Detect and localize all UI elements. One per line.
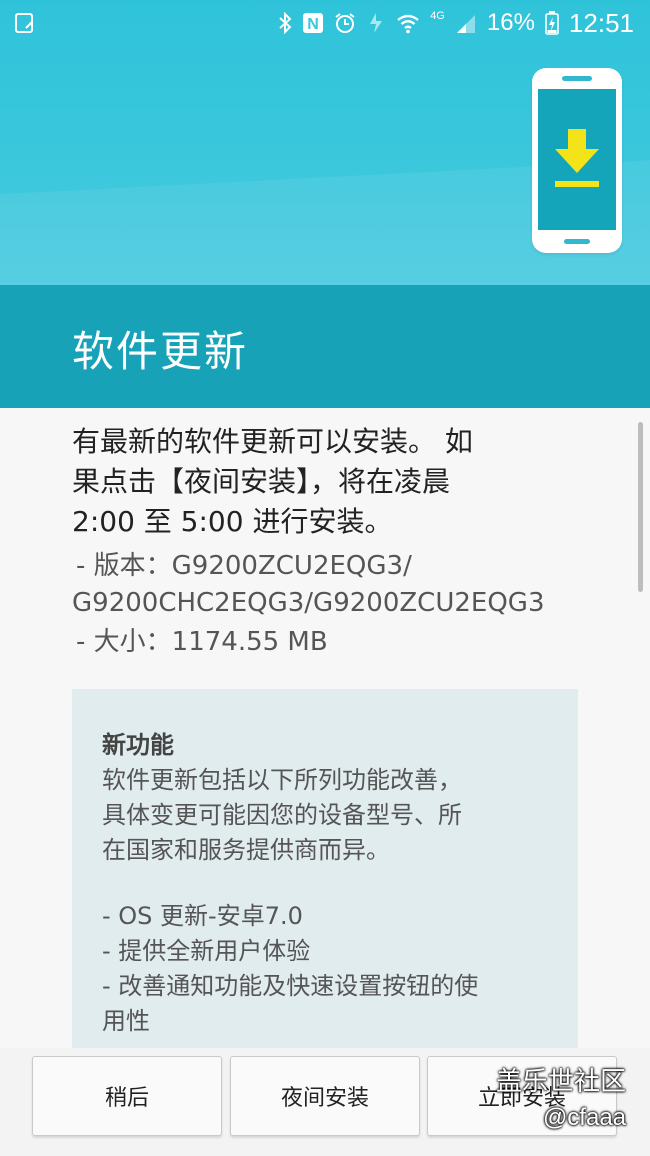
battery-percent: 16%	[486, 9, 535, 36]
desc-line: 在国家和服务提供商而异。	[102, 836, 390, 864]
version-value: G9200CHC2EQG3/G9200ZCU2EQG3	[72, 588, 545, 618]
list-item: - 提供全新用户体验	[102, 937, 311, 965]
wifi-icon	[396, 12, 420, 34]
scrollbar[interactable]	[638, 422, 643, 592]
list-item: - OS 更新-安卓7.0	[102, 902, 303, 930]
intro-line: 有最新的软件更新可以安装。 如	[72, 425, 473, 458]
desc-line: 具体变更可能因您的设备型号、所	[102, 801, 462, 829]
network-type-label: 4G	[430, 10, 445, 22]
version-label: - 版本：G9200ZCU2EQG3/	[76, 551, 412, 581]
nfc-icon: N	[302, 12, 324, 34]
intro-line: 2:00 至 5:00 进行安装。	[72, 505, 393, 538]
whats-new-description: 软件更新包括以下所列功能改善， 具体变更可能因您的设备型号、所 在国家和服务提供…	[102, 763, 562, 868]
signal-icon	[455, 12, 477, 34]
clock: 12:51	[568, 7, 634, 38]
status-bar: N 4G 16% 12:51	[0, 0, 650, 48]
page-title: 软件更新	[72, 327, 249, 376]
update-intro: 有最新的软件更新可以安装。 如 果点击【夜间安装】，将在凌晨 2:00 至 5:…	[72, 422, 572, 542]
watermark: 盖乐世社区 @cfaaa	[496, 1066, 626, 1134]
list-item: 用性	[102, 1007, 150, 1035]
battery-charging-icon	[545, 11, 559, 35]
intro-line: 果点击【夜间安装】，将在凌晨	[72, 465, 451, 498]
later-button[interactable]: 稍后	[32, 1056, 222, 1136]
screenshot-notification-icon	[14, 12, 36, 39]
phone-home-button	[564, 239, 590, 244]
phone-illustration	[532, 68, 622, 253]
whats-new-panel: 新功能 软件更新包括以下所列功能改善， 具体变更可能因您的设备型号、所 在国家和…	[72, 689, 578, 1048]
alarm-icon	[334, 12, 356, 34]
download-icon	[555, 129, 599, 187]
watermark-handle: @cfaaa	[542, 1104, 627, 1131]
night-install-button[interactable]: 夜间安装	[230, 1056, 420, 1136]
bluetooth-icon	[278, 12, 292, 34]
feature-list: - OS 更新-安卓7.0 - 提供全新用户体验 - 改善通知功能及快速设置按钮…	[102, 899, 562, 1039]
whats-new-heading: 新功能	[102, 731, 174, 759]
update-details[interactable]: 有最新的软件更新可以安装。 如 果点击【夜间安装】，将在凌晨 2:00 至 5:…	[0, 408, 650, 1048]
list-item: - 改善通知功能及快速设置按钮的使	[102, 972, 479, 1000]
size-label: - 大小：1174.55 MB	[76, 627, 328, 657]
svg-text:N: N	[307, 16, 319, 33]
data-saver-icon	[366, 12, 386, 34]
phone-screen	[538, 89, 616, 230]
phone-speaker	[562, 76, 592, 81]
desc-line: 软件更新包括以下所列功能改善，	[102, 766, 462, 794]
watermark-text: 盖乐世社区	[496, 1067, 627, 1097]
